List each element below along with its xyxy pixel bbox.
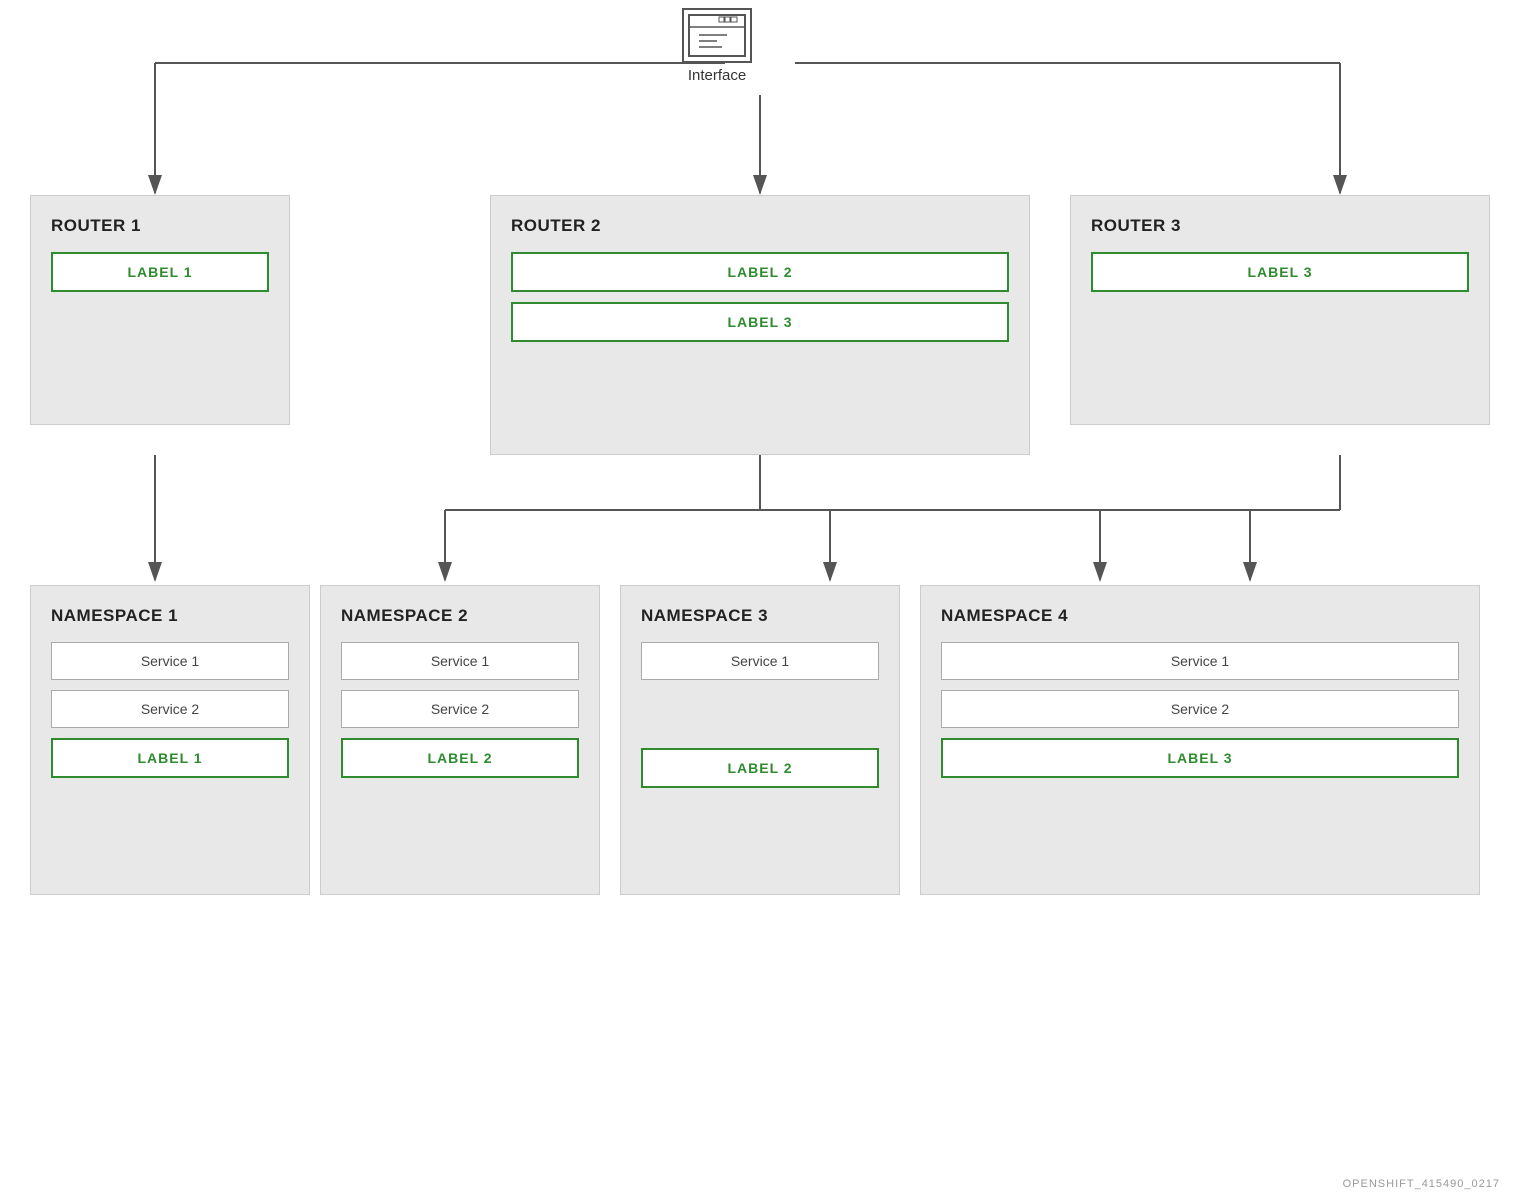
ns1-service2: Service 2: [51, 690, 289, 728]
namespace3-title: NAMESPACE 3: [641, 606, 879, 626]
ns2-service1: Service 1: [341, 642, 579, 680]
ns1-label: LABEL 1: [51, 738, 289, 778]
ns1-service1: Service 1: [51, 642, 289, 680]
namespace4-title: NAMESPACE 4: [941, 606, 1459, 626]
ns4-label: LABEL 3: [941, 738, 1459, 778]
router2-box: ROUTER 2 LABEL 2 LABEL 3: [490, 195, 1030, 455]
router2-title: ROUTER 2: [511, 216, 1009, 236]
namespace2-title: NAMESPACE 2: [341, 606, 579, 626]
ns2-service2: Service 2: [341, 690, 579, 728]
diagram: Interface ROUTER 1 LABEL 1 ROUTER 2 LABE…: [0, 0, 1520, 1202]
interface-node: Interface: [672, 8, 762, 84]
ns4-service1: Service 1: [941, 642, 1459, 680]
router3-label1: LABEL 3: [1091, 252, 1469, 292]
ns3-service1: Service 1: [641, 642, 879, 680]
router3-box: ROUTER 3 LABEL 3: [1070, 195, 1490, 425]
interface-label: Interface: [672, 67, 762, 84]
ns3-label: LABEL 2: [641, 748, 879, 788]
ns2-label: LABEL 2: [341, 738, 579, 778]
router3-title: ROUTER 3: [1091, 216, 1469, 236]
router1-title: ROUTER 1: [51, 216, 269, 236]
router1-box: ROUTER 1 LABEL 1: [30, 195, 290, 425]
watermark: OPENSHIFT_415490_0217: [1343, 1178, 1500, 1190]
namespace1-title: NAMESPACE 1: [51, 606, 289, 626]
interface-icon: [682, 8, 752, 63]
router1-label1: LABEL 1: [51, 252, 269, 292]
namespace3-box: NAMESPACE 3 Service 1 LABEL 2: [620, 585, 900, 895]
ns4-service2: Service 2: [941, 690, 1459, 728]
namespace4-box: NAMESPACE 4 Service 1 Service 2 LABEL 3: [920, 585, 1480, 895]
router2-label1: LABEL 2: [511, 252, 1009, 292]
namespace2-box: NAMESPACE 2 Service 1 Service 2 LABEL 2: [320, 585, 600, 895]
router2-label2: LABEL 3: [511, 302, 1009, 342]
namespace1-box: NAMESPACE 1 Service 1 Service 2 LABEL 1: [30, 585, 310, 895]
